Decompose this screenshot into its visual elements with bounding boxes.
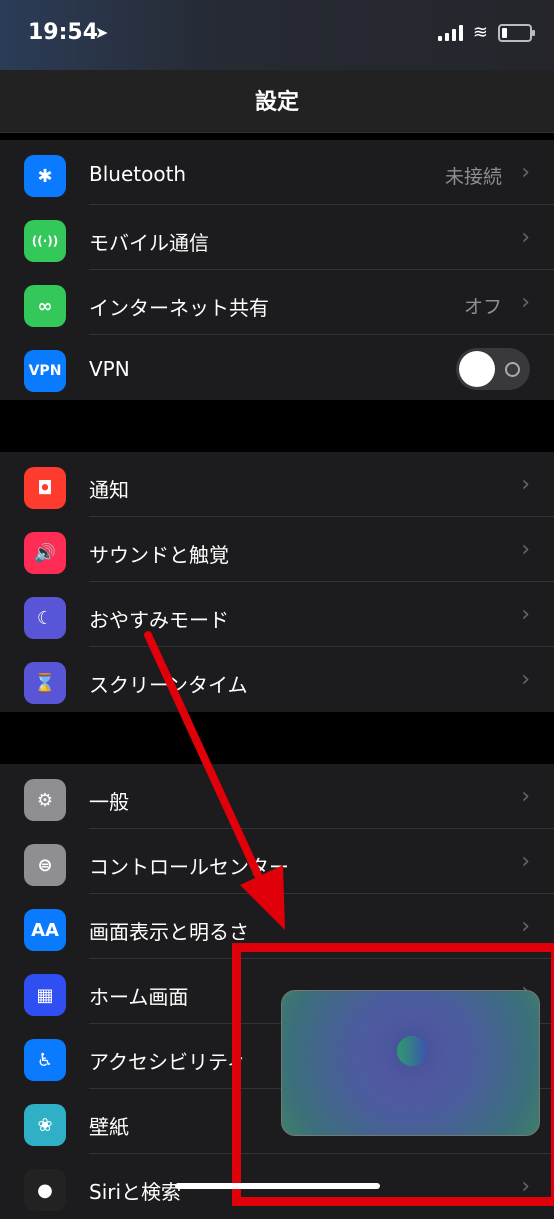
home-indicator[interactable]	[175, 1183, 380, 1189]
pip-orb-graphic	[397, 1036, 427, 1066]
picture-in-picture-window[interactable]	[281, 990, 540, 1136]
